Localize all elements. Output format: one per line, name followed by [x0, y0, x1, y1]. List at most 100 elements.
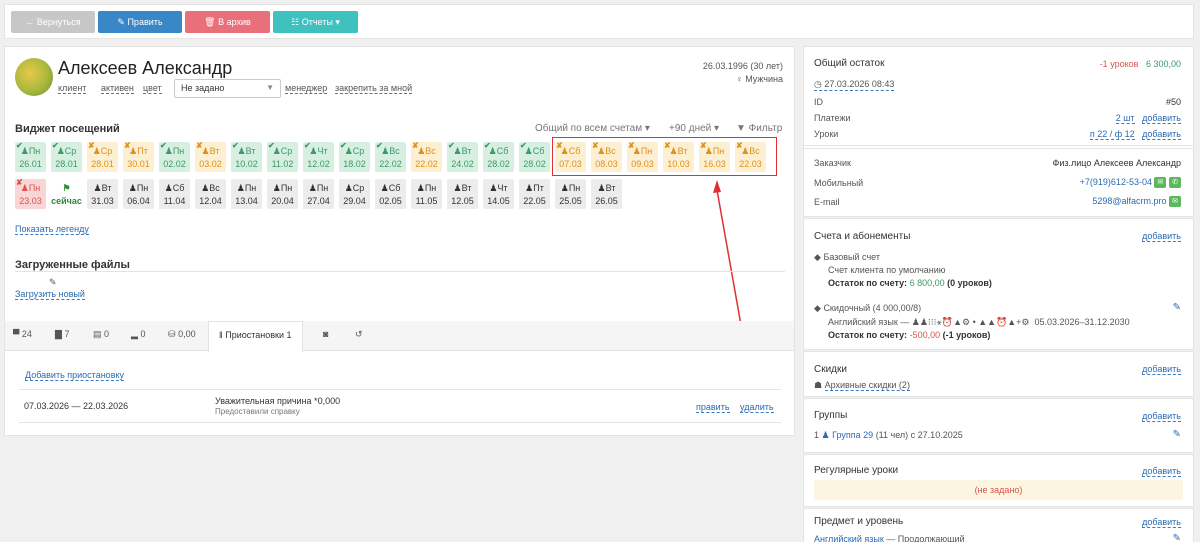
edit-pencil-icon[interactable]: ✎ [1173, 533, 1181, 542]
edit-button[interactable]: ✎ Править [98, 11, 182, 33]
tab-file[interactable]: ▤ 0 [93, 329, 109, 340]
pause-reason: Уважительная причина *0,000 [215, 396, 341, 406]
discount-period: 05.03.2026–31.12.2030 [1034, 317, 1130, 327]
tag-icon: ◆ [814, 252, 821, 262]
lessons-count[interactable]: п 22 / ф 12 [1089, 129, 1135, 140]
pause-period: 07.03.2026 — 22.03.2026 [24, 401, 129, 411]
payments-label: Платежи [814, 113, 851, 123]
pause-note: Предоставили справку [215, 407, 300, 416]
sms-icon[interactable]: ✉ [1154, 177, 1167, 189]
base-desc: Счет клиента по умолчанию [828, 265, 946, 275]
tab-label: ◙ [323, 329, 329, 339]
payments-add[interactable]: добавить [1142, 113, 1181, 124]
groups-panel: Группы добавить 1 ♟ Группа 29 (11 чел) с… [803, 398, 1194, 453]
comment-icon: ▀ [13, 329, 20, 339]
group-number: 1 [814, 430, 820, 440]
upload-link[interactable]: Загрузить новый [15, 289, 85, 300]
base-balance: Остаток по счету: 6 800,00 (0 уроков) [828, 278, 992, 288]
mobile-number[interactable]: +7(919)612-53-04 [1080, 177, 1152, 187]
add-pause-link[interactable]: Добавить приостановку [25, 370, 125, 381]
back-button[interactable]: ← Вернуться [11, 11, 95, 33]
mail-icon[interactable]: ✉ [1169, 196, 1181, 208]
tab-label: 0,00 [178, 329, 196, 339]
archive-discounts-text: Архивные скидки (2) [824, 380, 910, 391]
tab-money[interactable]: ⛁ 0,00 [168, 329, 196, 340]
accounts-title: Счета и абонементы [814, 231, 911, 242]
discount-desc-text: Английский язык — ♟♟⁝⁝⁝⚹⏰▲⚙ • ▲▲⏰▲+⚙ [828, 317, 1030, 327]
id-value: #50 [1165, 97, 1181, 107]
subject-title: Предмет и уровень [814, 516, 904, 527]
subject-link[interactable]: Английский язык [814, 534, 884, 542]
subject-panel: Предмет и уровень добавить Английский яз… [803, 508, 1194, 542]
tab-pause[interactable]: ‖ Приостановки 1 [208, 321, 303, 352]
group-link[interactable]: Группа 29 [832, 430, 873, 440]
discounts-title: Скидки [814, 364, 847, 375]
accounts-add-wrap: добавить [1142, 231, 1181, 242]
contact-panel: Заказчик Физ.лицо Алексеев Александр Моб… [803, 146, 1194, 217]
edit-pencil-icon[interactable]: ✎ [1173, 429, 1181, 440]
payments-count[interactable]: 2 шт [1115, 113, 1135, 124]
regular-add-wrap: добавить [1142, 466, 1181, 477]
groups-add[interactable]: добавить [1142, 411, 1181, 422]
subject-item: Английский язык — Продолжающий [814, 534, 965, 542]
toolbar: ← Вернуться ✎ Править 🗑 В архив ☷ Отчеты… [4, 4, 1194, 39]
base-account[interactable]: ◆ Базовый счет [814, 252, 880, 263]
phone-icon[interactable]: ✆ [1169, 177, 1181, 189]
discount-balance-tail: (-1 уроков) [942, 330, 991, 340]
regular-panel: Регулярные уроки добавить (не задано) [803, 454, 1194, 507]
lessons-add[interactable]: добавить [1142, 129, 1181, 140]
customer-value: Физ.лицо Алексеев Александр [1052, 158, 1181, 168]
lessons-label: Уроки [814, 129, 839, 139]
tab-history[interactable]: ↺ [355, 329, 363, 340]
discounts-add[interactable]: добавить [1142, 364, 1181, 375]
clock-icon: ◷ [814, 79, 822, 89]
base-balance-tail: (0 уроков) [947, 278, 992, 288]
discount-account-name: Скидочный (4 000,00/8) [823, 303, 922, 313]
legend-link[interactable]: Показать легенду [15, 224, 89, 235]
discount-balance: Остаток по счету: -500,00 (-1 уроков) [828, 330, 990, 340]
divider [19, 389, 781, 390]
tab-label: 0 [104, 329, 110, 339]
groups-add-wrap: добавить [1142, 411, 1181, 422]
accounts-add[interactable]: добавить [1142, 231, 1181, 242]
groups-title: Группы [814, 410, 848, 421]
tab-comment[interactable]: ▀ 24 [13, 329, 32, 339]
balance-values: -1 уроков 6 300,00 [1100, 59, 1181, 69]
id-label: ID [814, 97, 823, 107]
tab-label: 0 [140, 329, 146, 339]
annotation-arrow [713, 180, 742, 326]
customer-label: Заказчик [814, 158, 851, 168]
pause-edit-link[interactable]: править [696, 402, 730, 413]
tab-chat[interactable]: ▇ 7 [55, 329, 69, 340]
tab-label: Приостановки 1 [225, 330, 292, 340]
balance-amount: 6 300,00 [1145, 59, 1181, 69]
balance-lessons: -1 уроков [1099, 59, 1139, 69]
edit-pencil-icon[interactable]: ✎ [1173, 302, 1181, 313]
base-balance-label: Остаток по счету: [828, 278, 908, 288]
chat-icon: ▇ [55, 329, 62, 339]
base-account-name: Базовый счет [823, 252, 880, 262]
email-address[interactable]: 5298@alfacrm.pro [1092, 196, 1166, 206]
reports-button[interactable]: ☷ Отчеты ▾ [273, 11, 358, 33]
subject-add-wrap: добавить [1142, 517, 1181, 528]
group-item: 1 ♟ Группа 29 (11 чел) с 27.10.2025 [814, 430, 963, 441]
archive-button[interactable]: 🗑 В архив [185, 11, 270, 33]
divider [19, 422, 781, 423]
tab-camera[interactable]: ◙ [323, 329, 328, 339]
pause-delete-link[interactable]: удалить [740, 402, 774, 413]
tabs-bar: ▀ 24 ▇ 7 ▤ 0 ▂ 0 ⛁ 0,00 ‖ Приостановки 1 ◙ ↺ [5, 321, 794, 352]
payments-value: 2 шт добавить [1115, 113, 1181, 124]
tab-label: ↺ [355, 329, 363, 339]
tab-chart[interactable]: ▂ 0 [131, 329, 145, 340]
subject-add[interactable]: добавить [1142, 517, 1181, 528]
client-card: Алексеев Александр клиент активен цвет Н… [4, 46, 795, 436]
money-icon: ⛁ [168, 329, 176, 339]
regular-add[interactable]: добавить [1142, 466, 1181, 477]
divider [15, 271, 785, 272]
tab-label: 7 [64, 329, 70, 339]
discounts-add-wrap: добавить [1142, 364, 1181, 375]
archive-discounts-link[interactable]: ☗ Архивные скидки (2) [814, 380, 910, 391]
subject-level: — Продолжающий [886, 534, 965, 542]
discount-account[interactable]: ◆ Скидочный (4 000,00/8) [814, 303, 921, 314]
balance-date[interactable]: ◷ 27.03.2026 08:43 [814, 79, 895, 91]
